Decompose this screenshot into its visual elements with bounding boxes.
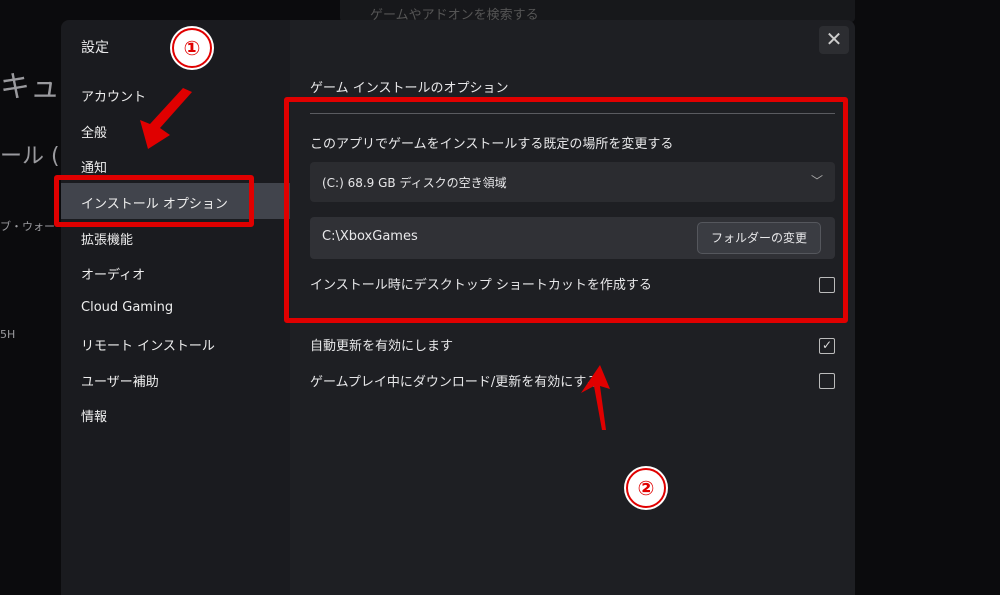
arrow-icon <box>581 365 610 430</box>
annotation-arrows <box>140 88 610 430</box>
step-badge-2: ② <box>626 468 666 508</box>
step-badge-1: ① <box>172 28 212 68</box>
arrow-icon <box>140 88 192 149</box>
